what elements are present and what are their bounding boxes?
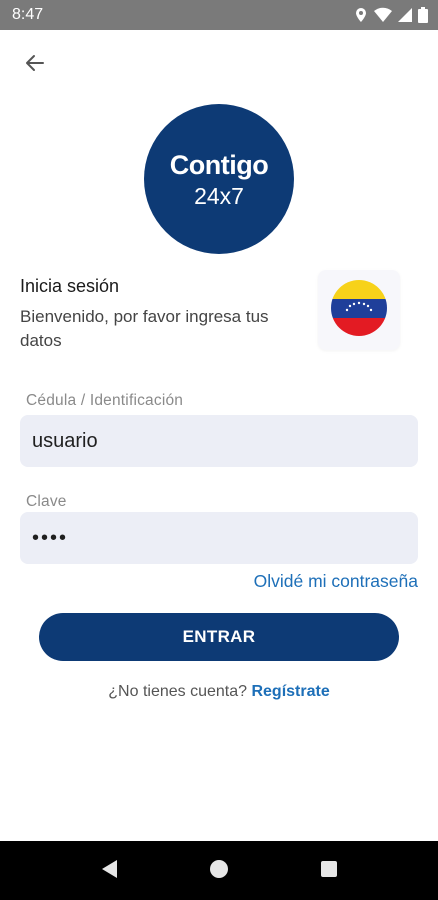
password-field-label: Clave xyxy=(26,493,67,510)
nav-home-button[interactable] xyxy=(208,859,230,884)
status-icons xyxy=(354,6,428,24)
back-triangle-icon xyxy=(99,858,119,885)
forgot-password-link[interactable]: Olvidé mi contraseña xyxy=(254,571,418,592)
login-button[interactable]: ENTRAR xyxy=(39,613,399,661)
status-time: 8:47 xyxy=(12,6,44,23)
country-selector[interactable] xyxy=(318,270,400,350)
nav-back-button[interactable] xyxy=(98,858,120,885)
app-logo: Contigo 24x7 xyxy=(144,104,294,254)
system-nav-bar xyxy=(0,841,438,900)
id-field-label: Cédula / Identificación xyxy=(26,392,184,409)
password-input[interactable] xyxy=(20,512,418,564)
logo-subtitle: 24x7 xyxy=(194,183,244,209)
welcome-text: Bienvenido, por favor ingresa tus datos xyxy=(20,307,269,350)
arrow-left-icon xyxy=(23,51,47,80)
id-input[interactable] xyxy=(20,415,418,467)
signup-row: ¿No tienes cuenta? Regístrate xyxy=(0,683,438,701)
nav-recents-button[interactable] xyxy=(318,860,340,882)
battery-icon xyxy=(418,7,428,23)
wifi-icon xyxy=(374,7,392,23)
recents-square-icon xyxy=(320,860,338,883)
venezuela-flag-icon xyxy=(330,279,388,342)
logo-title: Contigo xyxy=(169,150,269,180)
location-icon xyxy=(354,7,368,23)
no-account-text: ¿No tienes cuenta? xyxy=(108,683,248,700)
status-bar: 8:47 xyxy=(0,0,438,30)
signal-icon xyxy=(398,7,412,23)
home-circle-icon xyxy=(209,859,229,884)
back-button[interactable] xyxy=(20,50,50,80)
page-title: Inicia sesión xyxy=(20,276,120,296)
register-link[interactable]: Regístrate xyxy=(251,683,329,700)
